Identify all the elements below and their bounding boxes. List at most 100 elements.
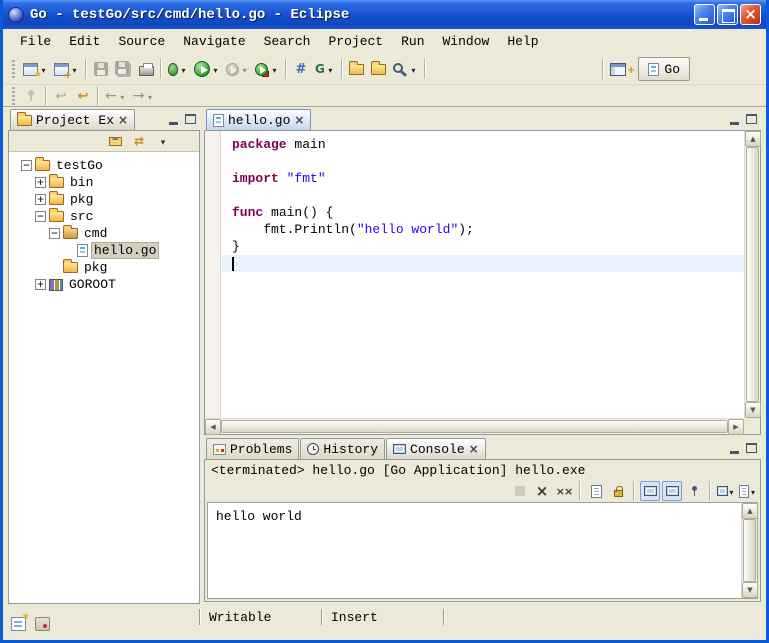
scroll-right-icon[interactable] bbox=[728, 419, 744, 435]
collapse-all-button[interactable] bbox=[105, 131, 125, 151]
dropdown-icon[interactable] bbox=[270, 62, 279, 77]
expand-toggle-icon[interactable] bbox=[35, 177, 46, 188]
new-go-element-button[interactable] bbox=[290, 57, 312, 81]
menu-project[interactable]: Project bbox=[319, 32, 392, 51]
show-stderr-button[interactable] bbox=[662, 481, 682, 501]
tree-item-src-pkg[interactable]: pkg bbox=[9, 259, 199, 276]
remove-all-launches-button[interactable] bbox=[554, 481, 574, 501]
menu-file[interactable]: File bbox=[11, 32, 60, 51]
menu-run[interactable]: Run bbox=[392, 32, 433, 51]
new-wizard-button[interactable] bbox=[20, 57, 51, 81]
menu-help[interactable]: Help bbox=[498, 32, 547, 51]
pin-console-button[interactable] bbox=[684, 481, 704, 501]
maximize-view-icon[interactable] bbox=[746, 443, 757, 453]
toolbar-grip[interactable] bbox=[11, 60, 16, 78]
maximize-view-icon[interactable] bbox=[185, 114, 196, 124]
close-tab-icon[interactable] bbox=[294, 113, 304, 128]
tree-item-cmd[interactable]: cmd bbox=[9, 225, 199, 242]
close-tab-icon[interactable] bbox=[118, 113, 128, 128]
back-button[interactable] bbox=[102, 84, 130, 108]
menu-source[interactable]: Source bbox=[109, 32, 174, 51]
expand-toggle-icon[interactable] bbox=[35, 194, 46, 205]
dropdown-icon[interactable] bbox=[326, 62, 335, 77]
dropdown-icon[interactable] bbox=[145, 89, 154, 104]
dropdown-icon[interactable] bbox=[179, 62, 188, 77]
minimize-view-icon[interactable] bbox=[169, 122, 178, 125]
code-line-7[interactable]: } bbox=[222, 238, 744, 255]
show-stdout-button[interactable] bbox=[640, 481, 660, 501]
clear-console-button[interactable] bbox=[586, 481, 606, 501]
dropdown-icon[interactable] bbox=[749, 484, 757, 499]
tab-history[interactable]: History bbox=[300, 438, 385, 459]
code-line-6[interactable]: fmt.Println("hello world"); bbox=[222, 221, 744, 238]
debug-button[interactable] bbox=[165, 57, 191, 81]
annotation-ruler[interactable] bbox=[205, 131, 221, 418]
editor-horizontal-scrollbar[interactable] bbox=[205, 418, 744, 434]
save-button[interactable] bbox=[90, 57, 112, 81]
tree-item-pkg[interactable]: pkg bbox=[9, 191, 199, 208]
code-line-4[interactable] bbox=[222, 187, 744, 204]
dropdown-icon[interactable] bbox=[240, 62, 249, 77]
export-folder-button[interactable] bbox=[368, 57, 390, 81]
tab-project-explorer[interactable]: Project Ex bbox=[10, 109, 135, 130]
scroll-down-icon[interactable] bbox=[742, 582, 758, 598]
toolbar-grip[interactable] bbox=[11, 87, 16, 105]
search-button[interactable] bbox=[390, 57, 421, 81]
maximize-view-icon[interactable] bbox=[746, 114, 757, 124]
remove-launch-button[interactable] bbox=[532, 481, 552, 501]
menu-search[interactable]: Search bbox=[255, 32, 320, 51]
collapse-toggle-icon[interactable] bbox=[49, 228, 60, 239]
code-line-3[interactable]: import "fmt" bbox=[222, 170, 744, 187]
scroll-down-icon[interactable] bbox=[745, 402, 761, 418]
current-line[interactable] bbox=[222, 255, 744, 272]
scroll-up-icon[interactable] bbox=[745, 131, 761, 147]
collapse-toggle-icon[interactable] bbox=[21, 160, 32, 171]
dropdown-icon[interactable] bbox=[211, 62, 220, 77]
scroll-lock-button[interactable] bbox=[608, 481, 628, 501]
menu-window[interactable]: Window bbox=[434, 32, 499, 51]
fast-view-icon[interactable] bbox=[11, 617, 26, 631]
menu-edit[interactable]: Edit bbox=[60, 32, 109, 51]
tree-item-goroot[interactable]: GOROOT bbox=[9, 276, 199, 293]
scroll-left-icon[interactable] bbox=[205, 419, 221, 435]
run-last-button[interactable] bbox=[223, 57, 252, 81]
menu-navigate[interactable]: Navigate bbox=[174, 32, 254, 51]
tree-item-bin[interactable]: bin bbox=[9, 174, 199, 191]
open-perspective-button[interactable] bbox=[607, 57, 638, 81]
import-folder-button[interactable] bbox=[346, 57, 368, 81]
last-edit-location-button[interactable] bbox=[72, 84, 94, 108]
tree-item-src[interactable]: src bbox=[9, 208, 199, 225]
close-tab-icon[interactable] bbox=[469, 442, 479, 457]
code-line-1[interactable]: package main bbox=[222, 136, 744, 153]
code-editor[interactable]: package main import "fmt" func main() { … bbox=[222, 131, 744, 418]
display-selected-console-button[interactable] bbox=[716, 481, 736, 501]
scroll-up-icon[interactable] bbox=[742, 503, 758, 519]
minimize-view-icon[interactable] bbox=[730, 122, 739, 125]
terminate-button[interactable] bbox=[510, 481, 530, 501]
titlebar[interactable]: Go - testGo/src/cmd/hello.go - Eclipse bbox=[3, 0, 766, 29]
view-menu-button[interactable] bbox=[153, 131, 173, 151]
tab-hello-go[interactable]: hello.go bbox=[206, 109, 311, 130]
external-tools-button[interactable] bbox=[252, 57, 282, 81]
forward-button[interactable] bbox=[130, 84, 158, 108]
minimize-view-icon[interactable] bbox=[730, 451, 739, 454]
console-scrollbar[interactable] bbox=[741, 503, 757, 598]
tree-item-testgo[interactable]: testGo bbox=[9, 157, 199, 174]
expand-toggle-icon[interactable] bbox=[35, 279, 46, 290]
minimize-button[interactable] bbox=[694, 4, 715, 25]
scrollbar-thumb[interactable] bbox=[746, 147, 759, 402]
go-perspective-button[interactable]: Go bbox=[638, 57, 690, 81]
collapse-toggle-icon[interactable] bbox=[35, 211, 46, 222]
dropdown-icon[interactable] bbox=[118, 89, 127, 104]
code-line-2[interactable] bbox=[222, 153, 744, 170]
go-generate-button[interactable] bbox=[312, 57, 338, 81]
open-console-button[interactable] bbox=[738, 481, 758, 501]
maximize-button[interactable] bbox=[717, 4, 738, 25]
pin-editor-button[interactable] bbox=[20, 84, 42, 108]
console-output[interactable]: hello world bbox=[207, 502, 758, 599]
trim-status-icon[interactable] bbox=[35, 617, 50, 631]
code-line-5[interactable]: func main() { bbox=[222, 204, 744, 221]
tab-problems[interactable]: Problems bbox=[206, 438, 299, 459]
save-all-button[interactable] bbox=[112, 57, 135, 81]
editor-vertical-scrollbar[interactable] bbox=[744, 131, 760, 418]
